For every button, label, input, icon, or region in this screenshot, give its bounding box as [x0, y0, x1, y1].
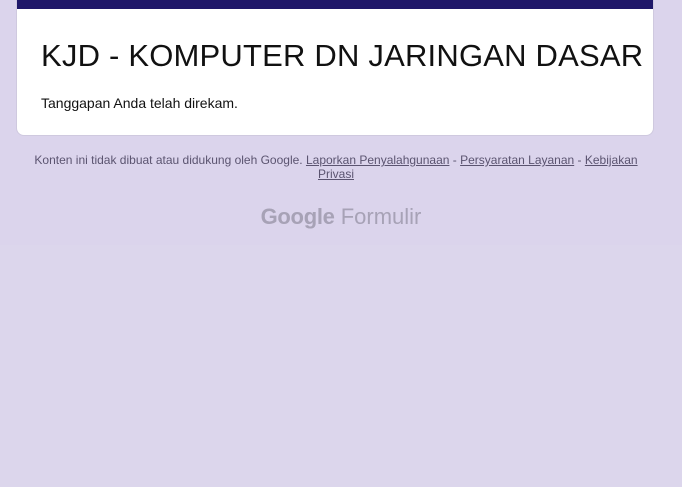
disclaimer-text: Konten ini tidak dibuat atau didukung ol… — [34, 153, 306, 167]
form-confirmation-card: KJD - KOMPUTER DN JARINGAN DASAR Tanggap… — [16, 0, 654, 136]
report-abuse-link[interactable]: Laporkan Penyalahgunaan — [306, 153, 449, 167]
footer-separator: - — [449, 153, 461, 167]
form-title: KJD - KOMPUTER DN JARINGAN DASAR — [41, 38, 644, 73]
footer-disclaimer: Konten ini tidak dibuat atau didukung ol… — [30, 153, 642, 181]
google-wordmark: Google — [260, 204, 335, 229]
forms-wordmark: Formulir — [340, 204, 422, 229]
terms-of-service-link[interactable]: Persyaratan Layanan — [460, 153, 574, 167]
card-accent-bar — [17, 0, 653, 9]
footer-separator: - — [574, 153, 585, 167]
google-forms-logo[interactable]: Google Formulir — [0, 203, 682, 231]
confirmation-message: Tanggapan Anda telah direkam. — [41, 95, 238, 111]
